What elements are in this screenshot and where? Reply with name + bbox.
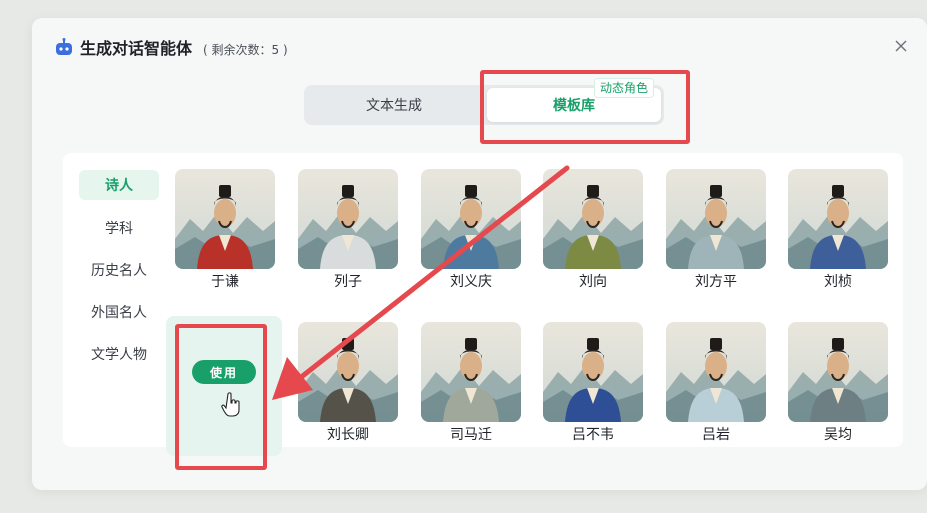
hand-cursor-icon xyxy=(221,392,240,417)
character-name: 吴均 xyxy=(824,427,852,443)
character-portrait xyxy=(298,169,398,269)
dynamic-role-badge: 动态角色 xyxy=(594,78,655,98)
category-subject[interactable]: 学科 xyxy=(79,213,159,243)
character-name: 刘桢 xyxy=(824,274,852,290)
robot-icon xyxy=(56,38,72,55)
remaining-count: ( 剩余次数：5 ) xyxy=(203,43,288,57)
character-name: 刘方平 xyxy=(695,274,737,290)
character-card[interactable]: 吴均 xyxy=(788,322,888,444)
character-name: 刘长卿 xyxy=(327,427,369,443)
character-name: 刘向 xyxy=(579,274,607,290)
close-icon[interactable] xyxy=(893,38,909,54)
character-portrait xyxy=(421,322,521,422)
character-portrait xyxy=(666,322,766,422)
tab-text-generation[interactable]: 文本生成 xyxy=(307,88,481,122)
character-name: 吕岩 xyxy=(702,427,730,443)
character-card[interactable]: 于谦 xyxy=(175,169,275,291)
character-card[interactable]: 刘向 xyxy=(543,169,643,291)
character-card[interactable]: 司马迁 xyxy=(421,322,521,444)
character-name: 司马迁 xyxy=(450,427,492,443)
character-card[interactable]: 吕不韦 xyxy=(543,322,643,444)
category-historical-figures[interactable]: 历史名人 xyxy=(79,255,159,285)
category-poet[interactable]: 诗人 xyxy=(79,170,159,200)
character-name: 刘义庆 xyxy=(450,274,492,290)
character-portrait xyxy=(788,169,888,269)
character-portrait xyxy=(666,169,766,269)
character-name: 吕不韦 xyxy=(572,427,614,443)
character-portrait xyxy=(788,322,888,422)
character-card[interactable]: 列子 xyxy=(298,169,398,291)
character-portrait xyxy=(175,169,275,269)
character-portrait xyxy=(298,322,398,422)
character-portrait xyxy=(421,169,521,269)
category-literary-characters[interactable]: 文学人物 xyxy=(79,339,159,369)
character-card[interactable]: 刘长卿 xyxy=(298,322,398,444)
character-name: 于谦 xyxy=(211,274,239,290)
character-card[interactable]: 吕岩 xyxy=(666,322,766,444)
character-portrait xyxy=(543,169,643,269)
character-card[interactable]: 刘义庆 xyxy=(421,169,521,291)
category-foreign-figures[interactable]: 外国名人 xyxy=(79,297,159,327)
character-portrait xyxy=(543,322,643,422)
character-name: 列子 xyxy=(334,274,362,290)
character-card[interactable]: 刘方平 xyxy=(666,169,766,291)
dialog-title: 生成对话智能体 xyxy=(80,39,193,58)
character-card[interactable]: 刘桢 xyxy=(788,169,888,291)
use-button[interactable]: 使用 xyxy=(192,360,256,384)
hover-card-bg xyxy=(166,316,282,456)
